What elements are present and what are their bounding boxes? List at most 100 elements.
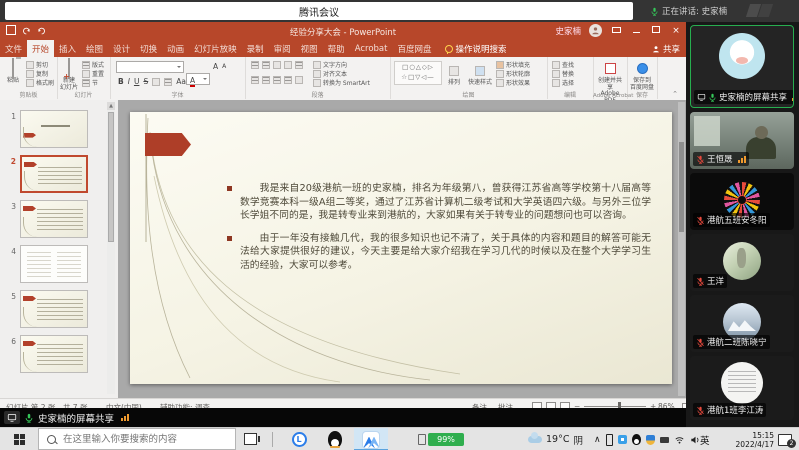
text-direction-button[interactable]: 文字方向 [313,60,370,69]
underline-button[interactable]: U [134,77,140,86]
tab-slideshow[interactable]: 幻灯片放映 [189,40,242,57]
meeting-window-tab[interactable]: 腾讯会议 [5,2,633,20]
qq-tray-icon[interactable] [632,434,641,445]
taskbar-app-lianggongbao[interactable] [282,428,316,450]
copy-button[interactable]: 复制 [26,69,54,78]
thumbnail-scrollbar[interactable]: ▲ [107,102,115,394]
section-button[interactable]: 节 [82,78,104,87]
scrollbar-thumb[interactable] [679,142,684,232]
shapes-gallery[interactable]: □○△◇▷☆□▽◁— [394,61,442,85]
smartart-button[interactable]: 转换为 SmartArt [313,78,370,87]
thumbnail-slide-2-selected[interactable]: 2 [0,155,104,195]
zoom-slider[interactable] [584,406,646,407]
usb-device-icon[interactable] [660,437,669,443]
collapse-ribbon-icon[interactable]: ⌃ [672,90,678,98]
bold-button[interactable]: B [118,77,124,86]
reset-button[interactable]: 重置 [82,69,104,78]
participant-tile-chenxiaoning[interactable]: 港航二班陈晓宁 [690,295,794,352]
ime-indicator[interactable]: 英 [700,428,710,450]
columns-icon[interactable] [295,76,303,84]
minimize-button[interactable] [630,26,642,36]
account-avatar[interactable] [589,24,602,37]
account-name[interactable]: 史家楠 [555,25,581,37]
participant-tile-lijiangtao[interactable]: 港航1班李江涛 [690,356,794,420]
tab-file[interactable]: 文件 [0,40,27,57]
thumbnail-slide-3[interactable]: 3 [0,200,104,240]
format-painter-button[interactable]: 格式刷 [26,78,54,87]
scrollbar-thumb[interactable] [108,112,114,242]
shape-effects-button[interactable]: 形状效果 [496,78,530,87]
thumbnail-slide-4[interactable]: 4 [0,245,104,285]
character-spacing-icon[interactable] [164,78,172,86]
slide-text-block[interactable]: 我是来自20级港航一班的史家楠，排名为年级第八，曾获得江苏省高等学校第十八届高等… [227,182,651,282]
font-grow-shrink[interactable]: A A [213,62,226,71]
tab-acrobat[interactable]: Acrobat [350,40,393,57]
select-button[interactable]: 选择 [552,78,574,87]
close-button[interactable]: × [670,26,682,36]
restore-button[interactable] [650,26,662,36]
your-phone-icon[interactable] [606,434,613,446]
task-view-button[interactable] [244,433,257,445]
battery-indicator[interactable]: 99% [418,428,464,450]
align-right-icon[interactable] [273,76,281,84]
ribbon-display-options-button[interactable] [610,26,622,36]
taskbar-search[interactable] [38,428,236,450]
shape-outline-button[interactable]: 形状轮廓 [496,69,530,78]
shape-fill-button[interactable]: 形状填充 [496,60,530,69]
quick-styles-button[interactable]: 快速样式 [466,61,494,87]
align-text-button[interactable]: 对齐文本 [313,69,370,78]
arrange-button[interactable]: 排列 [442,61,466,87]
increase-indent-icon[interactable] [284,61,292,69]
tab-draw[interactable]: 绘图 [81,40,108,57]
taskbar-clock[interactable]: 15:15 2022/4/17 [722,428,774,450]
font-color-button[interactable]: A [190,76,195,87]
volume-icon[interactable] [690,435,701,445]
tell-me-search[interactable]: 操作说明搜索 [437,40,507,57]
change-case-button[interactable]: Aa [176,77,186,86]
start-button[interactable] [0,428,38,450]
canvas-scrollbar[interactable] [678,102,685,396]
participant-tile-wanghengsheng[interactable]: 王恒晟 [690,112,794,169]
numbering-icon[interactable] [262,61,270,69]
taskbar-app-qq[interactable] [318,428,352,450]
line-spacing-icon[interactable] [295,61,303,69]
search-input[interactable] [61,433,235,446]
tab-baidu-netdisk[interactable]: 百度网盘 [392,40,436,57]
grow-font-button[interactable]: A [213,62,218,71]
participant-tile-shijianan-share[interactable]: 史家楠的屏幕共享 [690,25,794,108]
thumbnail-slide-1[interactable]: 1 [0,110,104,150]
taskbar-app-tencent-meeting[interactable] [354,428,388,450]
align-left-icon[interactable] [251,76,259,84]
scroll-up-icon[interactable]: ▲ [107,102,115,110]
text-shadow-icon[interactable] [152,78,160,86]
decrease-indent-icon[interactable] [273,61,281,69]
tab-record[interactable]: 录制 [242,40,269,57]
find-button[interactable]: 查找 [552,60,574,69]
align-center-icon[interactable] [262,76,270,84]
screenshot-tool-icon[interactable] [618,435,627,444]
tab-help[interactable]: 帮助 [323,40,350,57]
wifi-icon[interactable] [674,435,685,445]
italic-button[interactable]: I [128,77,130,86]
save-to-netdisk-button[interactable]: 保存到 百度网盘 [630,59,654,91]
justify-icon[interactable] [284,76,292,84]
participant-tile-anDongyang[interactable]: 港航五班安冬阳 [690,173,794,230]
tab-animations[interactable]: 动画 [162,40,189,57]
tab-home[interactable]: 开始 [27,40,54,57]
ppt-share-button[interactable]: 共享 [652,40,680,57]
strikethrough-button[interactable]: S [143,77,148,86]
tab-insert[interactable]: 插入 [54,40,81,57]
current-slide[interactable]: 我是来自20级港航一班的史家楠，排名为年级第八，曾获得江苏省高等学校第十八届高等… [130,112,672,384]
shrink-font-button[interactable]: A [222,63,226,70]
notification-center-button[interactable]: 2 [778,428,792,450]
replace-button[interactable]: 替换 [552,69,574,78]
paste-button[interactable]: 粘贴 [2,59,24,85]
weather-widget[interactable]: 19°C 阴 [528,428,583,450]
font-name-combo[interactable] [116,61,184,73]
thumbnail-slide-5[interactable]: 5 [0,290,104,330]
tab-view[interactable]: 视图 [296,40,323,57]
security-shield-icon[interactable] [646,435,655,445]
tab-transitions[interactable]: 切换 [135,40,162,57]
tab-design[interactable]: 设计 [108,40,135,57]
participant-tile-wangyang[interactable]: 王洋 [690,234,794,291]
